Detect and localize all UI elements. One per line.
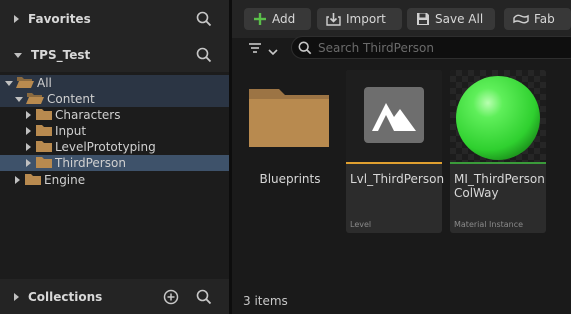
- collections-header[interactable]: Collections: [0, 279, 229, 314]
- search-icon: [298, 41, 312, 55]
- tree-item-levelprototyping[interactable]: LevelPrototyping: [0, 139, 229, 155]
- folder-icon: [36, 140, 52, 155]
- tree-item-content[interactable]: Content: [0, 91, 229, 107]
- favorites-label: Favorites: [28, 12, 91, 26]
- tree-item-label: Characters: [55, 108, 121, 122]
- asset-thumbnail: [346, 70, 442, 162]
- folder-icon: [36, 124, 52, 139]
- tree-item-label: Input: [55, 124, 87, 138]
- tree-item-label: All: [37, 76, 52, 90]
- save-all-button[interactable]: Save All: [407, 8, 495, 30]
- expand-arrow-icon[interactable]: [26, 127, 31, 135]
- asset-name: Lvl_ThirdPerson: [350, 172, 445, 186]
- expand-arrow-icon[interactable]: [26, 111, 31, 119]
- tree-item-label: Content: [47, 92, 95, 106]
- expand-arrow-icon[interactable]: [15, 176, 20, 184]
- search-icon[interactable]: [196, 11, 212, 30]
- folder-tree: All Content Characters Input LevelProtot…: [0, 72, 229, 279]
- search-icon[interactable]: [196, 289, 212, 308]
- project-header[interactable]: TPS_Test: [0, 36, 229, 74]
- favorites-header[interactable]: Favorites: [0, 0, 229, 38]
- tree-item-all[interactable]: All: [0, 75, 229, 91]
- asset-type-color-bar: [346, 162, 442, 164]
- add-button[interactable]: Add: [244, 8, 311, 30]
- search-field[interactable]: Search ThirdPerson: [291, 36, 571, 59]
- asset-name: MI_ThirdPerson ColWay: [454, 172, 545, 200]
- asset-type-color-bar: [450, 162, 546, 164]
- save-all-label: Save All: [435, 12, 484, 26]
- import-icon: [326, 12, 341, 26]
- item-count: 3 items: [243, 294, 288, 308]
- plus-icon: [253, 12, 267, 26]
- folder-icon: [36, 156, 52, 171]
- expand-arrow-icon[interactable]: [14, 15, 19, 23]
- add-collection-icon[interactable]: [163, 289, 179, 308]
- asset-name: Blueprints: [259, 172, 321, 186]
- folder-open-icon: [26, 91, 44, 107]
- material-sphere-icon: [454, 74, 542, 162]
- asset-tile-lvl-thirdperson[interactable]: Lvl_ThirdPerson Level: [346, 70, 445, 233]
- tree-item-input[interactable]: Input: [0, 123, 229, 139]
- asset-tile-mi-thirdperson-colway[interactable]: MI_ThirdPerson ColWay Material Instance: [450, 70, 546, 233]
- fab-button[interactable]: Fab: [504, 8, 571, 30]
- fab-label: Fab: [534, 12, 555, 26]
- asset-type: Level: [350, 220, 372, 229]
- collections-label: Collections: [28, 289, 103, 304]
- sources-panel: Favorites TPS_Test All Content Character…: [0, 0, 229, 314]
- project-label: TPS_Test: [31, 48, 91, 62]
- toolbar: Add Import Save All Fab: [232, 0, 571, 38]
- expand-arrow-icon[interactable]: [26, 143, 31, 151]
- search-icon[interactable]: [196, 47, 212, 66]
- filter-row: Search ThirdPerson: [232, 36, 571, 60]
- asset-thumbnail: [450, 70, 546, 162]
- content-browser: Add Import Save All Fab Search ThirdPers…: [232, 0, 571, 314]
- folder-open-icon: [16, 75, 34, 91]
- folder-icon: [25, 173, 41, 188]
- level-icon: [364, 87, 424, 146]
- fab-icon: [513, 13, 529, 25]
- collapse-arrow-icon[interactable]: [15, 96, 23, 102]
- save-icon: [416, 12, 430, 26]
- tree-item-thirdperson[interactable]: ThirdPerson: [0, 155, 229, 171]
- asset-tile-blueprints[interactable]: Blueprints: [242, 70, 338, 233]
- tree-item-label: Engine: [44, 173, 86, 187]
- collapse-arrow-icon[interactable]: [14, 52, 22, 58]
- folder-icon: [36, 108, 52, 123]
- expand-arrow-icon[interactable]: [26, 159, 31, 167]
- import-button[interactable]: Import: [317, 8, 402, 30]
- folder-icon: [249, 85, 329, 150]
- search-placeholder: Search ThirdPerson: [318, 40, 434, 55]
- tree-item-label: ThirdPerson: [55, 156, 126, 170]
- tree-item-label: LevelPrototyping: [55, 140, 156, 154]
- add-label: Add: [272, 12, 296, 26]
- tree-item-engine[interactable]: Engine: [0, 172, 229, 188]
- asset-type: Material Instance: [454, 220, 524, 229]
- import-label: Import: [346, 12, 386, 26]
- expand-arrow-icon[interactable]: [14, 292, 19, 301]
- filter-icon[interactable]: [248, 42, 262, 57]
- chevron-down-icon[interactable]: [268, 45, 278, 59]
- tree-item-characters[interactable]: Characters: [0, 107, 229, 123]
- collapse-arrow-icon[interactable]: [5, 80, 13, 86]
